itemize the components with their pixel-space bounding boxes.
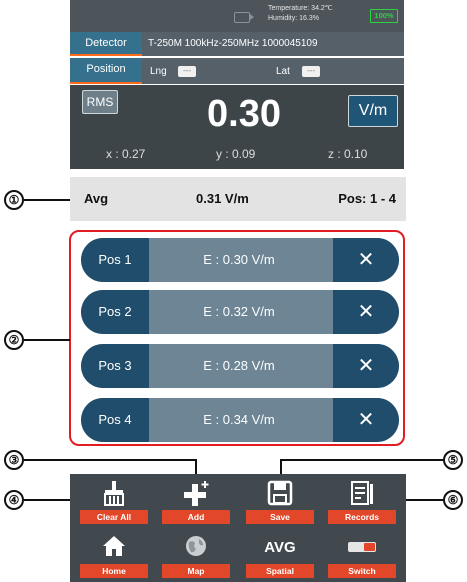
remove-position-button[interactable]: ✕	[333, 344, 399, 388]
add-label: Add	[162, 510, 230, 524]
lng-label: Lng	[150, 66, 167, 77]
clear-all-button[interactable]: Clear All	[74, 476, 154, 526]
save-label: Save	[246, 510, 314, 524]
records-icon	[322, 480, 402, 508]
map-button[interactable]: Map	[156, 530, 236, 580]
callout-4: ④	[4, 490, 24, 510]
callout-line-4	[24, 499, 72, 501]
globe-icon	[156, 534, 236, 562]
toolbar: Clear All Add Save Records Home Map AVG …	[70, 474, 406, 582]
avg-icon: AVG	[264, 539, 296, 556]
rms-mode-button[interactable]: RMS	[82, 90, 118, 114]
floppy-icon	[240, 480, 320, 508]
unit-button[interactable]: V/m	[348, 95, 398, 127]
callout-line-5	[280, 459, 443, 461]
remove-position-button[interactable]: ✕	[333, 238, 399, 282]
switch-icon	[322, 534, 402, 562]
battery-indicator: 100%	[370, 9, 398, 23]
position-range: Pos: 1 - 4	[338, 191, 396, 206]
lat-label: Lat	[276, 66, 290, 77]
humidity-text: Humidity: 16.3%	[268, 15, 319, 22]
spatial-button[interactable]: AVG Spatial	[240, 530, 320, 580]
y-axis-value: y : 0.09	[216, 147, 256, 161]
average-label: Avg	[84, 191, 109, 206]
detector-value: T-250M 100kHz-250MHz 1000045109	[148, 38, 318, 49]
position-name: Pos 1	[81, 238, 149, 282]
records-label: Records	[328, 510, 396, 524]
position-value: E : 0.28 V/m	[203, 358, 275, 373]
position-value: E : 0.32 V/m	[203, 304, 275, 319]
save-button[interactable]: Save	[240, 476, 320, 526]
clear-all-label: Clear All	[80, 510, 148, 524]
callout-2: ②	[4, 330, 24, 350]
average-value: 0.31 V/m	[196, 191, 249, 206]
spatial-label: Spatial	[246, 564, 314, 578]
callout-line-1	[24, 199, 70, 201]
position-row-3: Pos 3 E : 0.28 V/m ✕	[81, 344, 399, 388]
lat-value: ---	[302, 66, 320, 77]
switch-label: Switch	[328, 564, 396, 578]
callout-3: ③	[4, 450, 24, 470]
position-row: Position Lng --- Lat ---	[70, 58, 404, 84]
broom-icon	[74, 480, 154, 508]
z-axis-value: z : 0.10	[328, 147, 368, 161]
detector-row: Detector T-250M 100kHz-250MHz 1000045109	[70, 32, 404, 56]
lng-value: ---	[178, 66, 196, 77]
position-name: Pos 4	[81, 398, 149, 442]
callout-line-6	[404, 499, 443, 501]
callout-line-3-drop	[195, 459, 197, 475]
records-button[interactable]: Records	[322, 476, 402, 526]
callout-line-3	[24, 459, 197, 461]
position-name: Pos 2	[81, 290, 149, 334]
callout-line-5-drop	[280, 459, 282, 475]
position-row-2: Pos 2 E : 0.32 V/m ✕	[81, 290, 399, 334]
position-value: E : 0.34 V/m	[203, 412, 275, 427]
position-row-1: Pos 1 E : 0.30 V/m ✕	[81, 238, 399, 282]
positions-highlight: Pos 1 E : 0.30 V/m ✕ Pos 2 E : 0.32 V/m …	[69, 230, 405, 446]
average-bar: Avg 0.31 V/m Pos: 1 - 4	[70, 177, 406, 221]
position-value: E : 0.30 V/m	[203, 252, 275, 267]
plus-icon	[156, 480, 236, 508]
meter-panel: RMS 0.30 V/m x : 0.27 y : 0.09 z : 0.10	[70, 85, 404, 169]
position-label: Position	[70, 58, 142, 84]
field-value: 0.30	[207, 93, 281, 135]
status-bar: Temperature: 34.2℃ Humidity: 16.3% 100%	[70, 0, 404, 32]
position-row-4: Pos 4 E : 0.34 V/m ✕	[81, 398, 399, 442]
map-label: Map	[162, 564, 230, 578]
temperature-text: Temperature: 34.2℃	[268, 5, 333, 12]
remove-position-button[interactable]: ✕	[333, 290, 399, 334]
environment-info: Temperature: 34.2℃ Humidity: 16.3%	[268, 4, 333, 24]
add-button[interactable]: Add	[156, 476, 236, 526]
callout-1: ①	[4, 190, 24, 210]
detector-label: Detector	[70, 32, 142, 56]
x-axis-value: x : 0.27	[106, 147, 146, 161]
home-icon	[74, 534, 154, 562]
callout-6: ⑥	[443, 490, 463, 510]
callout-5: ⑤	[443, 450, 463, 470]
home-label: Home	[80, 564, 148, 578]
position-name: Pos 3	[81, 344, 149, 388]
switch-button[interactable]: Switch	[322, 530, 402, 580]
callout-line-2	[24, 339, 70, 341]
home-button[interactable]: Home	[74, 530, 154, 580]
camera-icon	[234, 12, 254, 23]
remove-position-button[interactable]: ✕	[333, 398, 399, 442]
